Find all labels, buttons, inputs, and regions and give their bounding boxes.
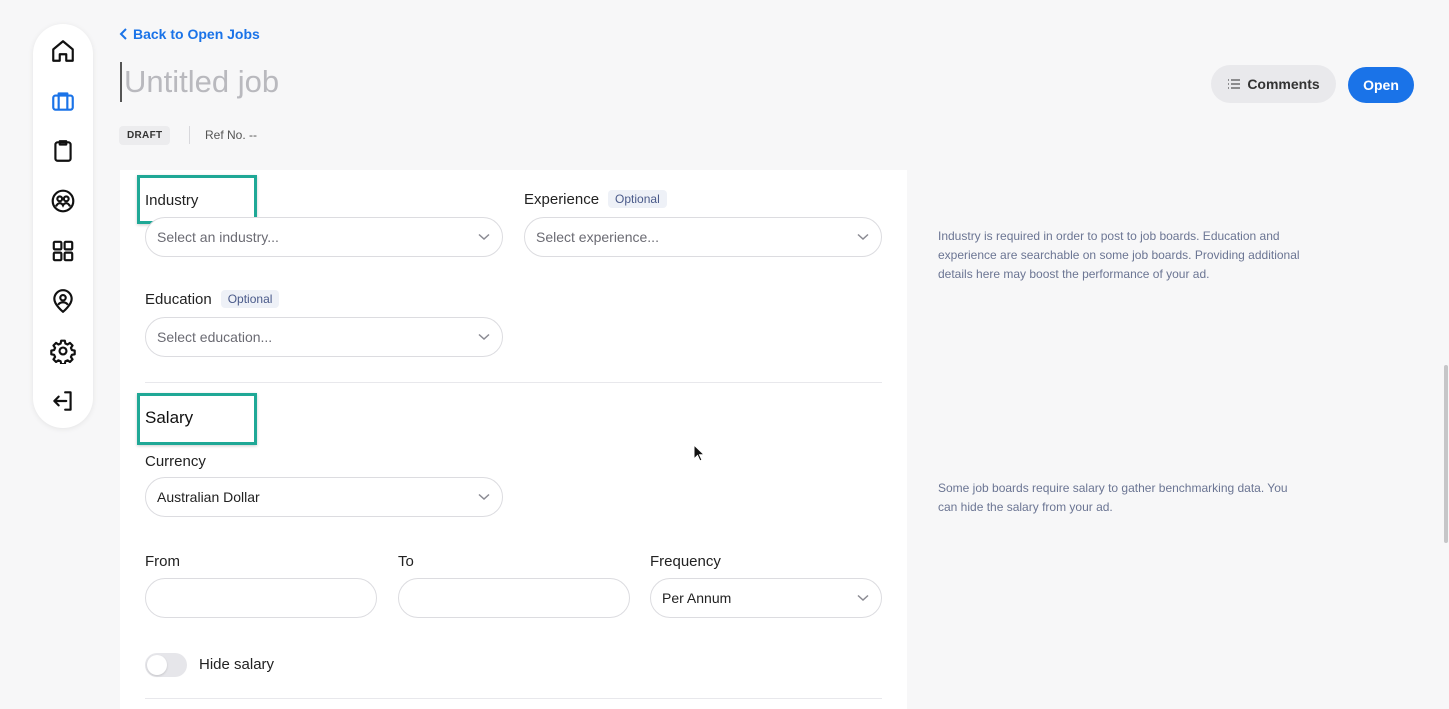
chevron-down-icon [857, 233, 869, 241]
comments-label: Comments [1247, 76, 1320, 92]
optional-badge: Optional [220, 290, 280, 308]
industry-label: Industry [145, 192, 199, 209]
chevron-down-icon [478, 233, 490, 241]
back-to-open-jobs-link[interactable]: Back to Open Jobs [119, 26, 260, 42]
status-badge: DRAFT [119, 126, 171, 145]
hide-salary-toggle[interactable] [145, 653, 187, 677]
optional-badge: Optional [608, 190, 667, 208]
frequency-label: Frequency [650, 553, 721, 570]
ref-number: Ref No. -- [205, 128, 258, 142]
experience-label: Experience [524, 190, 600, 208]
section-divider [145, 382, 882, 383]
mouse-pointer-icon [693, 444, 705, 462]
user-pin-icon[interactable] [49, 287, 77, 315]
chevron-down-icon [478, 333, 490, 341]
list-icon [1228, 79, 1241, 89]
education-select-value: Select education... [157, 329, 273, 345]
to-label: To [398, 553, 414, 570]
salary-to-input[interactable] [398, 578, 630, 618]
details-hint-text: Industry is required in order to post to… [938, 229, 1300, 281]
industry-select[interactable]: Select an industry... [145, 217, 503, 257]
toggle-knob [147, 655, 167, 675]
meta-divider [189, 126, 190, 144]
section-divider [145, 698, 882, 699]
open-button[interactable]: Open [1348, 67, 1414, 103]
salary-section-title: Salary [145, 408, 194, 427]
frequency-select-value: Per Annum [662, 590, 732, 606]
home-icon[interactable] [49, 37, 77, 65]
page-scrollbar[interactable] [1444, 365, 1448, 543]
clipboard-icon[interactable] [49, 137, 77, 165]
chevron-left-icon [119, 28, 127, 40]
logout-icon[interactable] [49, 387, 77, 415]
chevron-down-icon [478, 493, 490, 501]
comments-button[interactable]: Comments [1211, 65, 1336, 103]
people-icon[interactable] [49, 187, 77, 215]
currency-select[interactable]: Australian Dollar [145, 477, 503, 517]
industry-select-value: Select an industry... [157, 229, 279, 245]
currency-select-value: Australian Dollar [157, 489, 260, 505]
hide-salary-label: Hide salary [199, 656, 275, 673]
chevron-down-icon [857, 594, 869, 602]
grid-icon[interactable] [49, 237, 77, 265]
gear-icon[interactable] [49, 337, 77, 365]
briefcase-icon[interactable] [49, 87, 77, 115]
salary-from-input[interactable] [145, 578, 377, 618]
education-label-row: Education Optional [145, 290, 280, 308]
job-title-input[interactable] [120, 62, 720, 102]
education-label: Education [145, 290, 212, 308]
from-label: From [145, 553, 180, 570]
salary-hint-text: Some job boards require salary to gather… [938, 481, 1288, 514]
experience-select[interactable]: Select experience... [524, 217, 882, 257]
currency-label: Currency [145, 453, 206, 470]
back-link-label: Back to Open Jobs [133, 26, 260, 42]
education-select[interactable]: Select education... [145, 317, 503, 357]
job-form-card: Industry Select an industry... Experienc… [120, 170, 907, 709]
experience-select-value: Select experience... [536, 229, 659, 245]
sidebar-nav [33, 24, 93, 428]
experience-label-row: Experience Optional [524, 190, 667, 208]
frequency-select[interactable]: Per Annum [650, 578, 882, 618]
